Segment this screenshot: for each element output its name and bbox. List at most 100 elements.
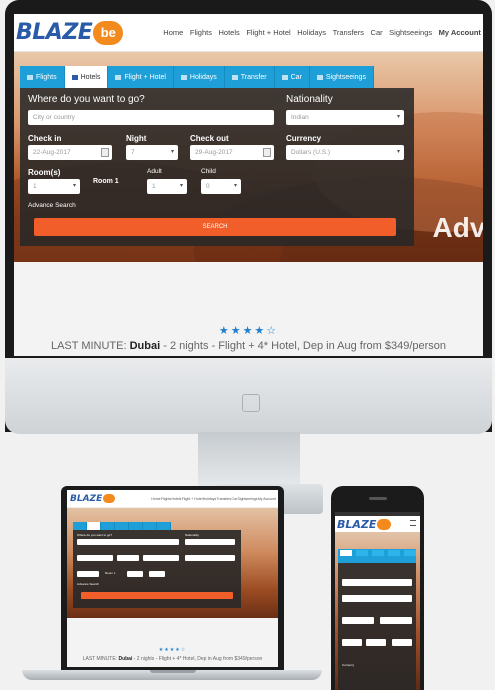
tab-transfer[interactable]: Transfer bbox=[224, 66, 275, 88]
laptop-tab[interactable] bbox=[101, 522, 115, 530]
laptop-nav-car[interactable]: Car bbox=[232, 497, 238, 501]
tab-holidays[interactable]: Holidays bbox=[173, 66, 225, 88]
laptop-room-1-label: Room 1 bbox=[105, 571, 116, 575]
adult-select[interactable]: 1 bbox=[147, 179, 187, 194]
phone-tab-active[interactable] bbox=[340, 550, 352, 556]
laptop-tab[interactable] bbox=[115, 522, 129, 530]
laptop-promo-text[interactable]: LAST MINUTE: Dubai - 2 nights - Flight +… bbox=[67, 656, 278, 662]
laptop-adult-select[interactable] bbox=[127, 571, 143, 577]
laptop-promo: ★★★★☆ LAST MINUTE: Dubai - 2 nights - Fl… bbox=[67, 618, 278, 667]
night-select[interactable]: 7 bbox=[126, 145, 178, 160]
promo-detail: - 2 nights - Flight + 4* Hotel, Dep in A… bbox=[160, 340, 447, 352]
hamburger-menu-icon[interactable] bbox=[410, 520, 416, 526]
tab-sightseeings[interactable]: Sightseeings bbox=[309, 66, 374, 88]
laptop-destination-label: Where do you want to go? bbox=[77, 533, 113, 537]
advance-search-link[interactable]: Advance Search bbox=[28, 202, 76, 209]
laptop-search-button[interactable] bbox=[81, 592, 233, 599]
laptop-destination-input[interactable] bbox=[77, 539, 179, 545]
promo-text[interactable]: LAST MINUTE: Dubai - 2 nights - Flight +… bbox=[14, 340, 483, 352]
nav-sightseeings[interactable]: Sightseeings bbox=[389, 28, 432, 37]
laptop-nav-home[interactable]: Home bbox=[151, 497, 160, 501]
laptop-search-panel: Where do you want to go? Nationality Roo… bbox=[73, 530, 241, 608]
laptop-checkout-input[interactable] bbox=[143, 555, 179, 561]
nav-flights[interactable]: Flights bbox=[190, 28, 212, 37]
promo-section: ★★★★☆ LAST MINUTE: Dubai - 2 nights - Fl… bbox=[14, 262, 483, 356]
phone-select[interactable] bbox=[342, 639, 362, 646]
nav-transfers[interactable]: Transfers bbox=[333, 28, 364, 37]
laptop-nav-flights[interactable]: Flights bbox=[161, 497, 171, 501]
laptop-tab[interactable] bbox=[129, 522, 143, 530]
site-header: BLAZE be Home Flights Hotels Flight + Ho… bbox=[14, 14, 483, 52]
phone-select[interactable] bbox=[366, 639, 386, 646]
tab-car[interactable]: Car bbox=[274, 66, 310, 88]
site-logo[interactable]: BLAZE be bbox=[16, 18, 124, 48]
laptop-tab-active[interactable] bbox=[87, 522, 101, 530]
laptop-nav-hotels[interactable]: Hotels bbox=[172, 497, 182, 501]
laptop-site-header: BLAZE Home Flights Hotels Flight + Hotel… bbox=[67, 490, 278, 508]
laptop-nav-flight-hotel[interactable]: Flight + Hotel bbox=[182, 497, 203, 501]
phone-input[interactable] bbox=[342, 579, 412, 586]
phone-date-input[interactable] bbox=[380, 617, 412, 624]
phone-tab[interactable] bbox=[404, 550, 416, 556]
nav-hotels[interactable]: Hotels bbox=[219, 28, 240, 37]
destination-input[interactable]: City or country bbox=[28, 110, 274, 125]
tab-flights[interactable]: Flights bbox=[20, 66, 65, 88]
tab-flight-hotel[interactable]: Flight + Hotel bbox=[108, 66, 174, 88]
laptop-nav-my-account[interactable]: My Account bbox=[258, 497, 276, 501]
laptop-tab[interactable] bbox=[143, 522, 157, 530]
phone-label: Currency bbox=[342, 663, 355, 667]
laptop-currency-select[interactable] bbox=[185, 555, 235, 561]
rooms-select[interactable]: 1 bbox=[28, 179, 80, 194]
nav-flight-hotel[interactable]: Flight + Hotel bbox=[246, 28, 290, 37]
phone-logo-text: BLAZE bbox=[337, 517, 377, 531]
laptop-tab[interactable] bbox=[73, 522, 87, 530]
logo-badge: be bbox=[93, 20, 124, 45]
laptop-checkin-input[interactable] bbox=[77, 555, 113, 561]
search-button[interactable]: SEARCH bbox=[34, 218, 396, 236]
phone-date-input[interactable] bbox=[342, 617, 374, 624]
checkin-label: Check in bbox=[28, 134, 62, 143]
laptop-nav-transfers[interactable]: Transfers bbox=[217, 497, 232, 501]
device-mockup-stage: BLAZE be Home Flights Hotels Flight + Ho… bbox=[0, 0, 495, 690]
phone-tab[interactable] bbox=[356, 550, 368, 556]
bus-icon bbox=[231, 74, 238, 80]
laptop-advance-search[interactable]: Advance Search bbox=[77, 582, 99, 586]
laptop-hero: Where do you want to go? Nationality Roo… bbox=[67, 508, 278, 618]
laptop-tabs bbox=[73, 522, 171, 530]
monitor-stand-neck bbox=[198, 432, 300, 487]
nav-car[interactable]: Car bbox=[371, 28, 383, 37]
child-select[interactable]: 0 bbox=[201, 179, 241, 194]
laptop-screen: BLAZE Home Flights Hotels Flight + Hotel… bbox=[67, 490, 278, 667]
laptop-tab[interactable] bbox=[157, 522, 171, 530]
phone-select[interactable] bbox=[392, 639, 412, 646]
calendar-icon[interactable] bbox=[263, 148, 271, 157]
laptop-promo-prefix: LAST MINUTE: bbox=[82, 656, 119, 662]
checkout-value: 29-Aug-2017 bbox=[195, 149, 233, 156]
desktop-screen: BLAZE be Home Flights Hotels Flight + Ho… bbox=[14, 14, 483, 356]
calendar-icon[interactable] bbox=[101, 148, 109, 157]
laptop-rating-stars: ★★★★☆ bbox=[158, 647, 187, 653]
checkout-date-input[interactable]: 29-Aug-2017 bbox=[190, 145, 274, 160]
nav-holidays[interactable]: Holidays bbox=[297, 28, 326, 37]
tab-label: Flight + Hotel bbox=[124, 73, 166, 81]
hotel-search-panel: Where do you want to go? City or country… bbox=[20, 88, 414, 246]
phone-speaker bbox=[369, 497, 387, 500]
nav-my-account[interactable]: My Account bbox=[439, 28, 481, 37]
laptop-nav-holidays[interactable]: Holidays bbox=[203, 497, 216, 501]
checkin-date-input[interactable]: 22-Aug-2017 bbox=[28, 145, 112, 160]
currency-select[interactable]: Dollars (U.S.) bbox=[286, 145, 404, 160]
phone-input[interactable] bbox=[342, 595, 412, 602]
plane-icon bbox=[27, 74, 33, 80]
tab-hotels[interactable]: Hotels bbox=[64, 66, 109, 88]
tab-label: Transfer bbox=[240, 73, 267, 81]
laptop-child-select[interactable] bbox=[149, 571, 165, 577]
nationality-label: Nationality bbox=[286, 94, 333, 105]
laptop-nav-sightseeings[interactable]: Sightseeings bbox=[237, 497, 257, 501]
phone-tab[interactable] bbox=[372, 550, 384, 556]
phone-tab[interactable] bbox=[388, 550, 400, 556]
nav-home[interactable]: Home bbox=[163, 28, 183, 37]
laptop-rooms-select[interactable] bbox=[77, 571, 99, 577]
laptop-nationality-select[interactable] bbox=[185, 539, 235, 545]
nationality-select[interactable]: Indian bbox=[286, 110, 404, 125]
laptop-night-select[interactable] bbox=[117, 555, 139, 561]
